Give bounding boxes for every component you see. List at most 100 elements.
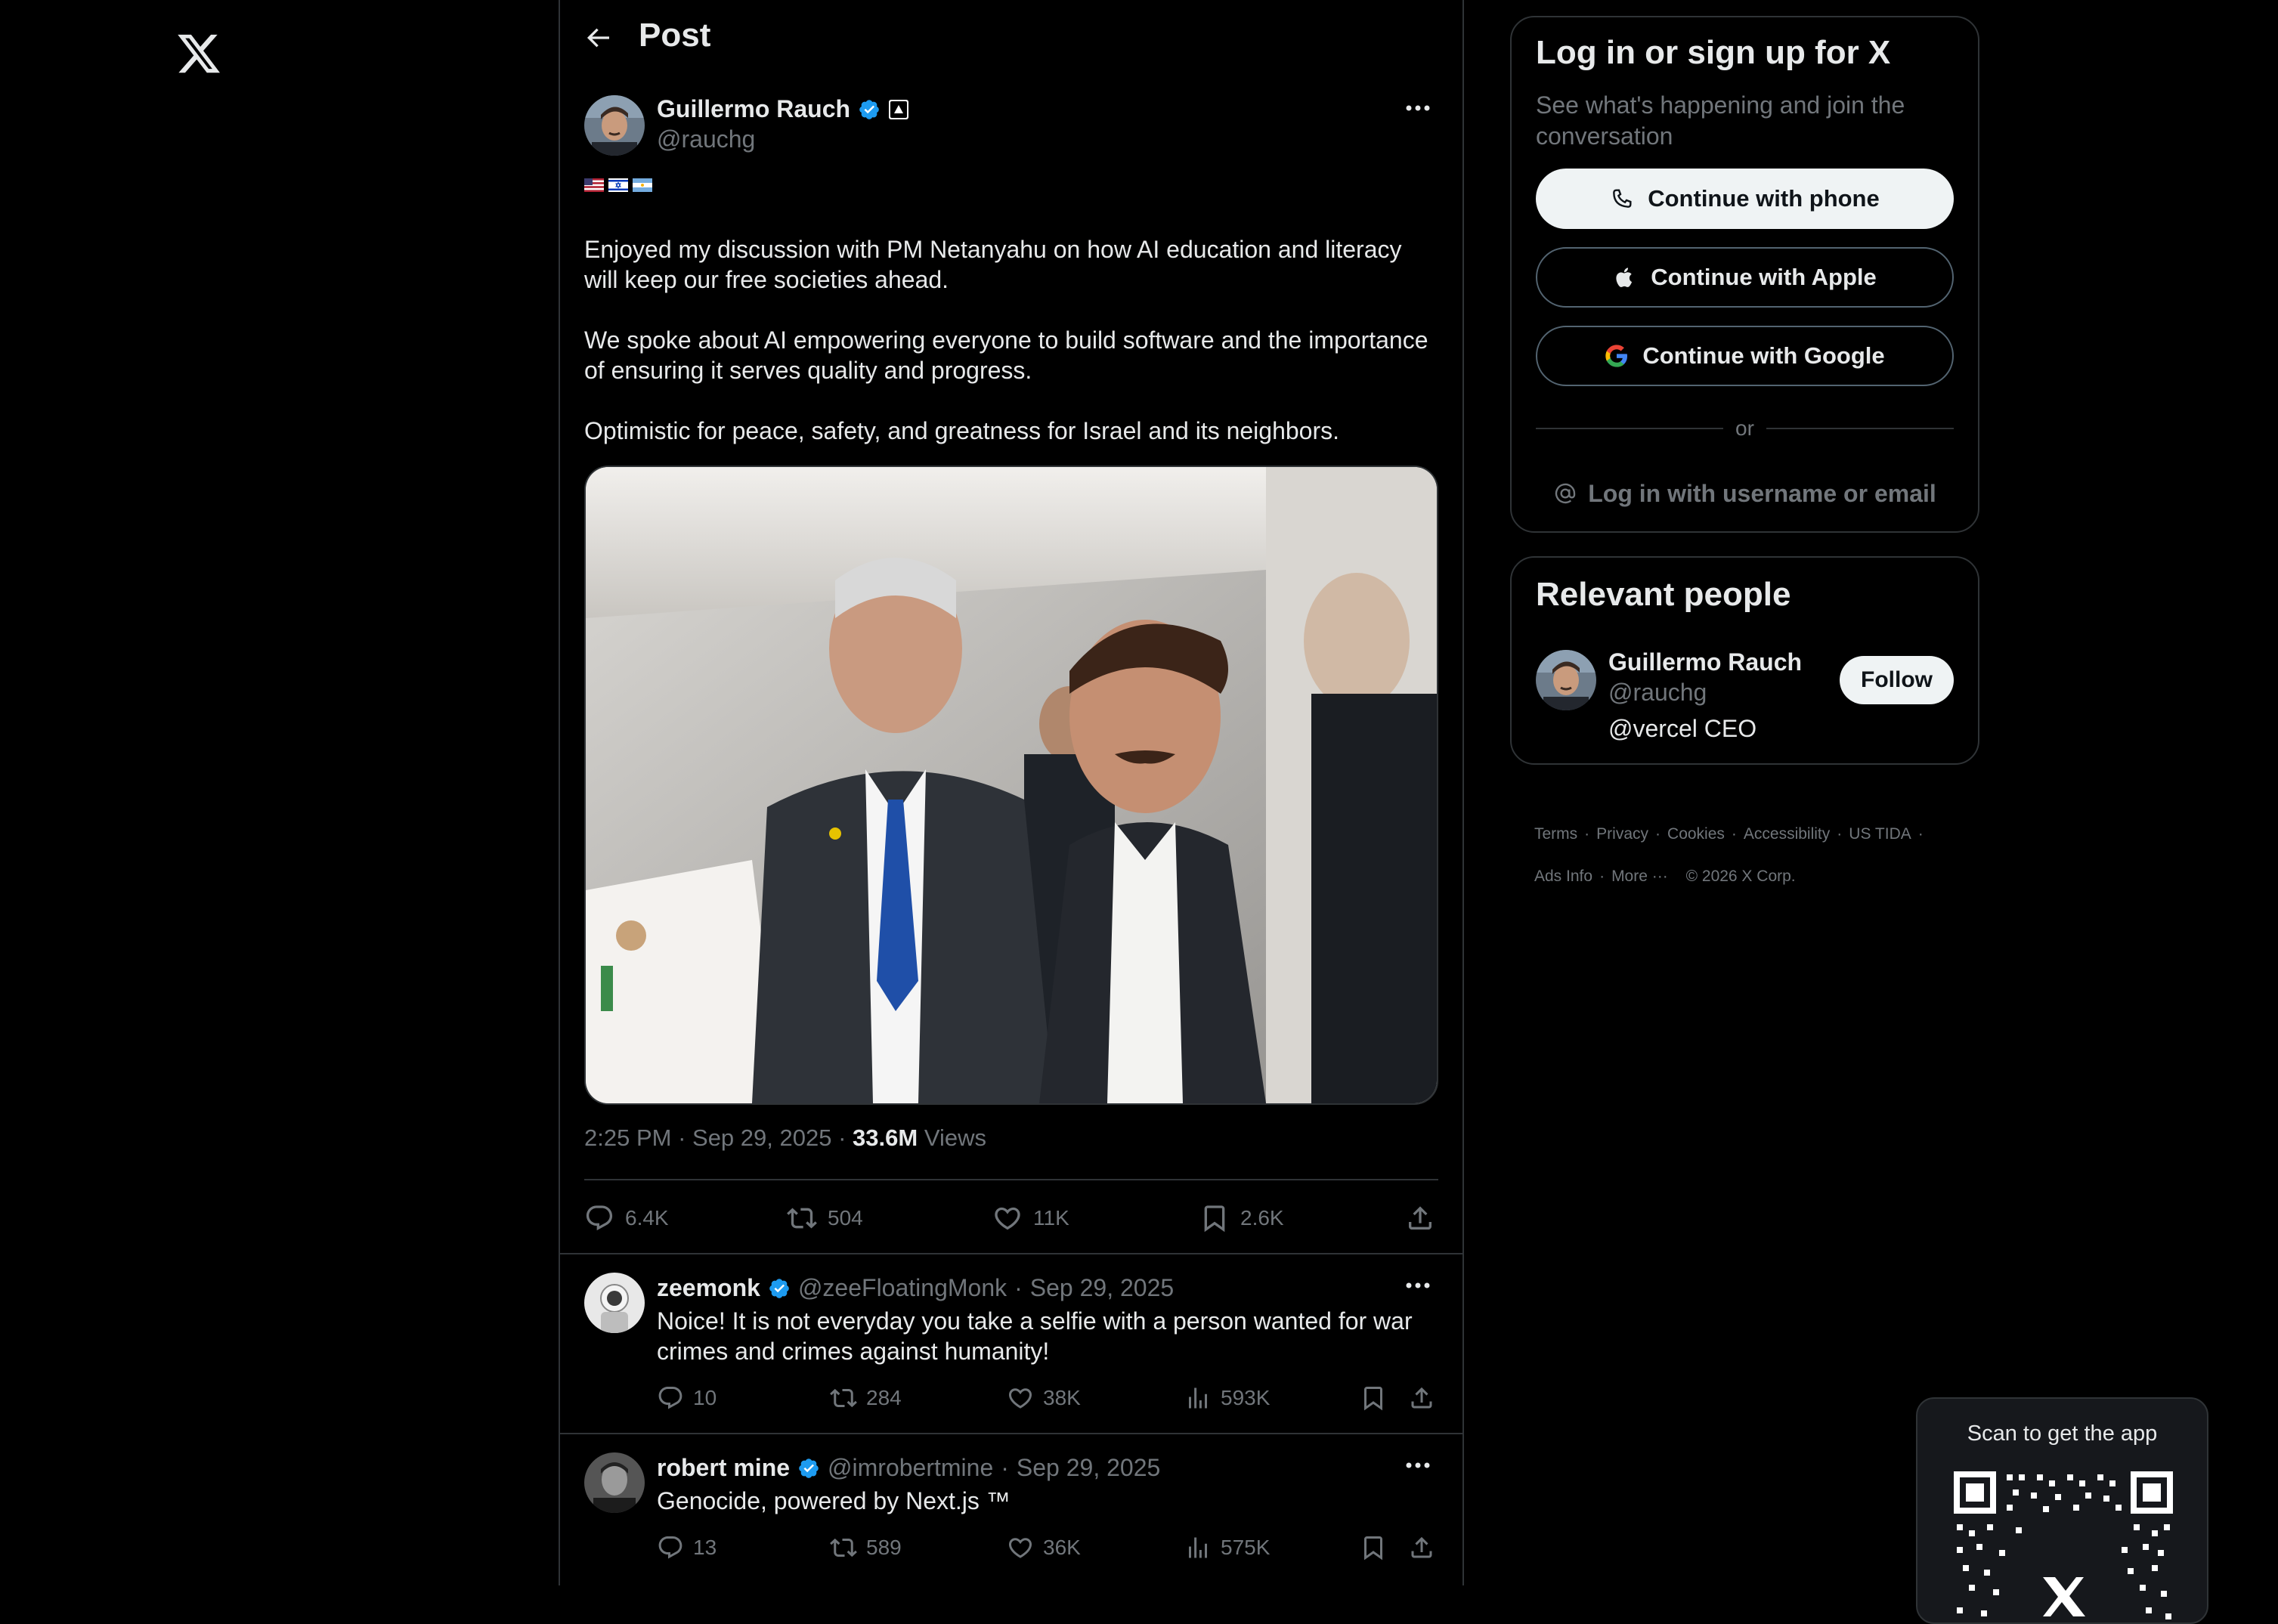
repost-button[interactable]: 284 bbox=[830, 1384, 902, 1412]
reply-avatar[interactable] bbox=[584, 1273, 645, 1333]
google-icon bbox=[1605, 344, 1629, 368]
footer-link-privacy[interactable]: Privacy bbox=[1596, 825, 1648, 843]
person-bio: @vercel CEO bbox=[1608, 715, 1757, 742]
footer-copyright: © 2026 X Corp. bbox=[1685, 868, 1796, 885]
post-date[interactable]: Sep 29, 2025 bbox=[692, 1124, 831, 1151]
post-time[interactable]: 2:25 PM bbox=[584, 1124, 671, 1151]
author-handle[interactable]: @rauchg bbox=[657, 125, 755, 153]
israel-flag-icon bbox=[608, 178, 628, 192]
views-button[interactable]: 593K bbox=[1184, 1384, 1270, 1412]
repost-button[interactable]: 589 bbox=[830, 1534, 902, 1561]
continue-with-phone-label: Continue with phone bbox=[1648, 185, 1880, 212]
x-logo-icon[interactable] bbox=[175, 30, 222, 77]
follow-button[interactable]: Follow bbox=[1840, 656, 1954, 704]
divider-line bbox=[1536, 428, 1724, 429]
post-meta: 2:25 PM · Sep 29, 2025 · 33.6M Views bbox=[584, 1124, 986, 1152]
meta-separator: · bbox=[678, 1124, 693, 1151]
at-sign-icon bbox=[1553, 481, 1577, 506]
continue-with-apple-button[interactable]: Continue with Apple bbox=[1536, 247, 1954, 308]
main-column: Post Guillermo Rauch @rauchg Enjoyed my … bbox=[559, 0, 1464, 1585]
share-button[interactable] bbox=[1405, 1203, 1435, 1233]
more-options-icon[interactable] bbox=[1403, 1454, 1433, 1477]
share-icon[interactable] bbox=[1408, 1384, 1435, 1412]
login-with-username-button[interactable]: Log in with username or email bbox=[1536, 463, 1954, 524]
verified-badge-icon bbox=[858, 98, 881, 121]
post-paragraph: Enjoyed my discussion with PM Netanyahu … bbox=[584, 236, 1402, 293]
views-count: 593K bbox=[1221, 1386, 1271, 1409]
person-avatar[interactable] bbox=[1536, 650, 1596, 710]
footer-link-accessibility[interactable]: Accessibility bbox=[1744, 825, 1830, 843]
reply-avatar[interactable] bbox=[584, 1452, 645, 1513]
login-with-username-label: Log in with username or email bbox=[1588, 479, 1936, 507]
reply-date[interactable]: Sep 29, 2025 bbox=[1030, 1274, 1174, 1302]
reply-count: 6.4K bbox=[625, 1206, 669, 1230]
reply-text: Genocide, powered by Next.js ™ bbox=[657, 1487, 1011, 1514]
footer-link-tida[interactable]: US TIDA bbox=[1849, 825, 1911, 843]
share-icon[interactable] bbox=[1408, 1534, 1435, 1561]
bookmark-icon[interactable] bbox=[1360, 1384, 1387, 1412]
continue-with-google-button[interactable]: Continue with Google bbox=[1536, 326, 1954, 386]
analytics-icon bbox=[1184, 1534, 1212, 1561]
footer-link-more[interactable]: More ··· bbox=[1611, 868, 1668, 885]
reply-button[interactable]: 6.4K bbox=[584, 1203, 669, 1233]
like-button[interactable]: 38K bbox=[1007, 1384, 1081, 1412]
back-arrow-icon[interactable] bbox=[583, 23, 613, 53]
reply-button[interactable]: 13 bbox=[657, 1534, 717, 1561]
like-button[interactable]: 36K bbox=[1007, 1534, 1081, 1561]
relevant-people-card: Relevant people Guillermo Rauch @rauchg … bbox=[1510, 556, 1979, 765]
bookmark-icon bbox=[1199, 1203, 1230, 1233]
post-paragraph: We spoke about AI empowering everyone to… bbox=[584, 326, 1428, 384]
get-app-qr-card[interactable]: Scan to get the app bbox=[1916, 1397, 2208, 1624]
reply-date[interactable]: Sep 29, 2025 bbox=[1017, 1454, 1160, 1482]
qr-label: Scan to get the app bbox=[1967, 1421, 2158, 1446]
affiliate-badge-icon bbox=[888, 99, 909, 120]
footer-link-ads-info[interactable]: Ads Info bbox=[1534, 868, 1592, 885]
login-subtitle: See what's happening and join the conver… bbox=[1536, 91, 1905, 150]
author-name-row: Guillermo Rauch bbox=[657, 95, 909, 123]
analytics-icon bbox=[1184, 1384, 1212, 1412]
divider-line bbox=[1766, 428, 1954, 429]
person-name[interactable]: Guillermo Rauch bbox=[1608, 648, 1802, 676]
more-options-icon[interactable] bbox=[1403, 97, 1433, 119]
reply-author-handle[interactable]: @zeeFloatingMonk bbox=[798, 1274, 1007, 1302]
divider bbox=[560, 1433, 1464, 1434]
footer-separator bbox=[1675, 868, 1679, 885]
post-image[interactable] bbox=[584, 466, 1438, 1105]
reply-author-handle[interactable]: @imrobertmine bbox=[828, 1454, 993, 1482]
bookmark-button[interactable]: 2.6K bbox=[1199, 1203, 1284, 1233]
argentina-flag-icon bbox=[633, 178, 652, 192]
heart-icon bbox=[992, 1203, 1023, 1233]
bookmark-icon[interactable] bbox=[1360, 1534, 1387, 1561]
reply-count: 13 bbox=[693, 1536, 717, 1559]
like-count: 38K bbox=[1043, 1386, 1081, 1409]
reply-author-name[interactable]: robert mine bbox=[657, 1454, 790, 1482]
post-paragraph: Optimistic for peace, safety, and greatn… bbox=[584, 417, 1340, 444]
reply-header: zeemonk @zeeFloatingMonk · Sep 29, 2025 bbox=[657, 1274, 1174, 1302]
footer-row: Ads Info · More ··· © 2026 X Corp. bbox=[1534, 855, 1958, 898]
like-button[interactable]: 11K bbox=[992, 1203, 1069, 1233]
login-card: Log in or sign up for X See what's happe… bbox=[1510, 16, 1979, 533]
reply-icon bbox=[584, 1203, 614, 1233]
continue-with-phone-button[interactable]: Continue with phone bbox=[1536, 169, 1954, 229]
footer-link-cookies[interactable]: Cookies bbox=[1667, 825, 1725, 843]
footer-separator: · bbox=[1917, 825, 1924, 843]
repost-icon bbox=[830, 1384, 857, 1412]
author-name[interactable]: Guillermo Rauch bbox=[657, 95, 850, 123]
views-label: Views bbox=[924, 1124, 986, 1151]
reply-button[interactable]: 10 bbox=[657, 1384, 717, 1412]
footer-link-terms[interactable]: Terms bbox=[1534, 825, 1577, 843]
author-avatar[interactable] bbox=[584, 95, 645, 156]
phone-icon bbox=[1610, 187, 1634, 211]
repost-button[interactable]: 504 bbox=[787, 1203, 863, 1233]
footer-row: Terms · Privacy · Cookies · Accessibility · US T… bbox=[1534, 813, 1958, 855]
reply-count: 10 bbox=[693, 1386, 717, 1409]
person-handle[interactable]: @rauchg bbox=[1608, 679, 1707, 707]
reply-icon bbox=[657, 1384, 684, 1412]
flag-emojis bbox=[584, 178, 652, 192]
more-options-icon[interactable] bbox=[1403, 1274, 1433, 1297]
reply-author-name[interactable]: zeemonk bbox=[657, 1274, 760, 1302]
or-divider: or bbox=[1536, 416, 1954, 441]
views-button[interactable]: 575K bbox=[1184, 1534, 1270, 1561]
or-label: or bbox=[1735, 416, 1754, 440]
like-count: 36K bbox=[1043, 1536, 1081, 1559]
